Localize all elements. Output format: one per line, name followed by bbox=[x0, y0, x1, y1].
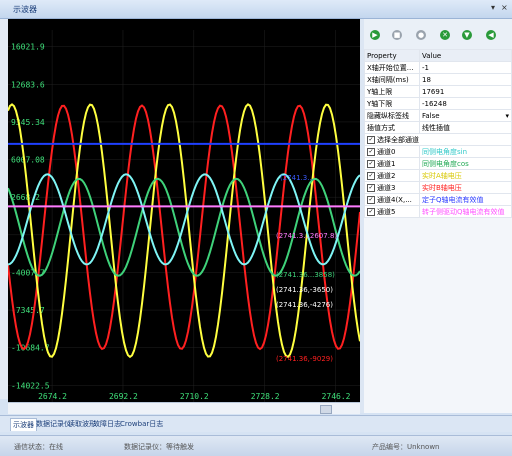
close-icon[interactable]: ✕ bbox=[440, 30, 450, 40]
plot-canvas: 16021.912683.69345.346007.082668.2-4007.… bbox=[8, 30, 360, 402]
channel-signal[interactable]: 实时B轴电压 bbox=[419, 181, 512, 194]
tab-crowbar-log[interactable]: Crowbar日志 bbox=[118, 418, 165, 430]
checkbox[interactable]: ✓ bbox=[367, 171, 375, 180]
horizontal-scrollbar[interactable] bbox=[8, 402, 360, 414]
cursor-readout: (2741.36,-3650) bbox=[276, 286, 333, 294]
property-name: 插值方式 bbox=[364, 121, 420, 134]
property-header: Property bbox=[364, 49, 420, 62]
value-header: Value bbox=[419, 49, 512, 62]
tab-oscilloscope[interactable]: 示波器 bbox=[10, 418, 37, 431]
download-icon[interactable]: ▼ bbox=[462, 30, 472, 40]
y-tick-label: -10684.7 bbox=[11, 344, 50, 353]
panel-toolbar: ▶ ■ ● ✕ ▼ ◀ bbox=[364, 19, 512, 50]
checkbox[interactable]: ✓ bbox=[367, 147, 375, 156]
stop-icon[interactable]: ■ bbox=[392, 30, 402, 40]
oscilloscope-plot[interactable]: 16021.9 12683.6 9345.34 6007.08 2668.2 -4007.… bbox=[8, 30, 360, 402]
property-value[interactable]: 18 bbox=[419, 73, 512, 86]
channel-signal[interactable]: 同侧电角度cos bbox=[419, 157, 512, 170]
pin-button[interactable]: ▾ bbox=[491, 3, 495, 12]
property-row[interactable]: 插值方式 线性插值 bbox=[364, 121, 512, 134]
status-product: 产品编号：Unknown bbox=[372, 443, 440, 451]
property-panel: ▶ ■ ● ✕ ▼ ◀ Property Value X轴开始位置... -1 X… bbox=[364, 19, 512, 413]
x-tick-label: 2674.2 bbox=[38, 392, 67, 401]
property-value[interactable]: -16248 bbox=[419, 97, 512, 110]
channel-name: 通道1 bbox=[377, 159, 396, 168]
checkbox[interactable]: ✓ bbox=[367, 207, 375, 216]
channel-name: 通道3 bbox=[377, 183, 396, 192]
checkbox[interactable]: ✓ bbox=[367, 135, 375, 144]
channel-signal[interactable]: 转子侧驱动Q轴电流有效值 bbox=[419, 205, 512, 218]
record-icon[interactable]: ● bbox=[416, 30, 426, 40]
channel-signal[interactable]: 实时A轴电压 bbox=[419, 169, 512, 182]
property-name: Y轴下限 bbox=[364, 97, 420, 110]
channel-name: 通道4(X,... bbox=[377, 195, 412, 204]
property-name: X轴间隔(ms) bbox=[364, 73, 420, 86]
property-row[interactable]: X轴开始位置... -1 bbox=[364, 61, 512, 74]
channel-row[interactable]: ✓ 通道3 实时B轴电压 bbox=[364, 181, 512, 194]
select-all-label: 选择全部通道 bbox=[377, 135, 419, 144]
property-value[interactable]: 线性插值 bbox=[419, 121, 512, 134]
close-button[interactable]: × bbox=[501, 3, 508, 12]
y-tick-label: 9345.34 bbox=[11, 118, 45, 127]
property-row[interactable]: 隐藏纵标签线 False ▾ bbox=[364, 109, 512, 122]
channel-row[interactable]: ✓ 通道5 转子侧驱动Q轴电流有效值 bbox=[364, 205, 512, 218]
property-grid: Property Value X轴开始位置... -1 X轴间隔(ms) 18 Y轴… bbox=[364, 49, 512, 218]
cursor-readout: (2741.36,-9029) bbox=[276, 355, 333, 363]
scope-top-strip bbox=[8, 19, 360, 30]
channel-signal[interactable]: 同侧电角度sin bbox=[419, 145, 512, 158]
checkbox[interactable]: ✓ bbox=[367, 159, 375, 168]
property-row[interactable]: Y轴上限 17691 bbox=[364, 85, 512, 98]
window-titlebar: 示波器 ▾ × bbox=[0, 0, 512, 19]
channel-row[interactable]: ✓ 通道0 同侧电角度sin bbox=[364, 145, 512, 158]
window-title: 示波器 bbox=[13, 5, 37, 14]
x-tick-label: 2692.2 bbox=[109, 392, 138, 401]
play-icon[interactable]: ▶ bbox=[370, 30, 380, 40]
channel-signal[interactable]: 定子Q轴电流有效值 bbox=[419, 193, 512, 206]
channel-name: 通道5 bbox=[377, 207, 396, 216]
property-value[interactable]: 17691 bbox=[419, 85, 512, 98]
checkbox[interactable]: ✓ bbox=[367, 183, 375, 192]
cursor-readout: (2741.36,-4276) bbox=[276, 301, 333, 309]
property-value[interactable]: -1 bbox=[419, 61, 512, 74]
hide-gridline-value: False bbox=[422, 111, 440, 120]
checkbox[interactable]: ✓ bbox=[367, 195, 375, 204]
property-name: 隐藏纵标签线 bbox=[364, 109, 420, 122]
channel-name: 通道0 bbox=[377, 147, 396, 156]
y-tick-label: 6007.08 bbox=[11, 156, 45, 165]
cursor-readout: (2741.36...3858) bbox=[276, 271, 335, 279]
property-value[interactable]: False ▾ bbox=[419, 109, 512, 122]
dropdown-arrow-icon[interactable]: ▾ bbox=[505, 112, 509, 120]
y-tick-label: 12683.6 bbox=[11, 80, 45, 89]
property-row[interactable]: Y轴下限 -16248 bbox=[364, 97, 512, 110]
bottom-tab-bar: 示波器 数据记录仪 读取波形 故障日志 Crowbar日志 bbox=[0, 415, 512, 432]
y-tick-label: 16021.9 bbox=[11, 43, 45, 52]
channel-row[interactable]: ✓ 通道1 同侧电角度cos bbox=[364, 157, 512, 170]
x-tick-label: 2710.2 bbox=[180, 392, 209, 401]
channel-row[interactable]: ✓ 通道2 实时A轴电压 bbox=[364, 169, 512, 182]
y-tick-label: -14022.5 bbox=[11, 381, 50, 390]
channel-row[interactable]: ✓ 通道4(X,... 定子Q轴电流有效值 bbox=[364, 193, 512, 206]
property-name: X轴开始位置... bbox=[364, 61, 420, 74]
status-recorder: 数据记录仪：等待触发 bbox=[124, 443, 194, 451]
x-tick-label: 2746.2 bbox=[322, 392, 351, 401]
channel-name: 通道2 bbox=[377, 171, 396, 180]
channel-select-all-row[interactable]: ✓ 选择全部通道 bbox=[364, 133, 512, 146]
cursor-readout: (2741.3...2607.8) bbox=[276, 232, 337, 240]
status-comm: 通信状态：在线 bbox=[14, 443, 63, 451]
back-icon[interactable]: ◀ bbox=[486, 30, 496, 40]
scroll-thumb[interactable] bbox=[320, 405, 332, 414]
status-bar: 通信状态：在线 数据记录仪：等待触发 产品编号：Unknown bbox=[0, 435, 512, 456]
cursor-readout: (2741.3... bbox=[280, 174, 314, 182]
property-name: Y轴上限 bbox=[364, 85, 420, 98]
property-row[interactable]: X轴间隔(ms) 18 bbox=[364, 73, 512, 86]
x-tick-label: 2728.2 bbox=[251, 392, 280, 401]
